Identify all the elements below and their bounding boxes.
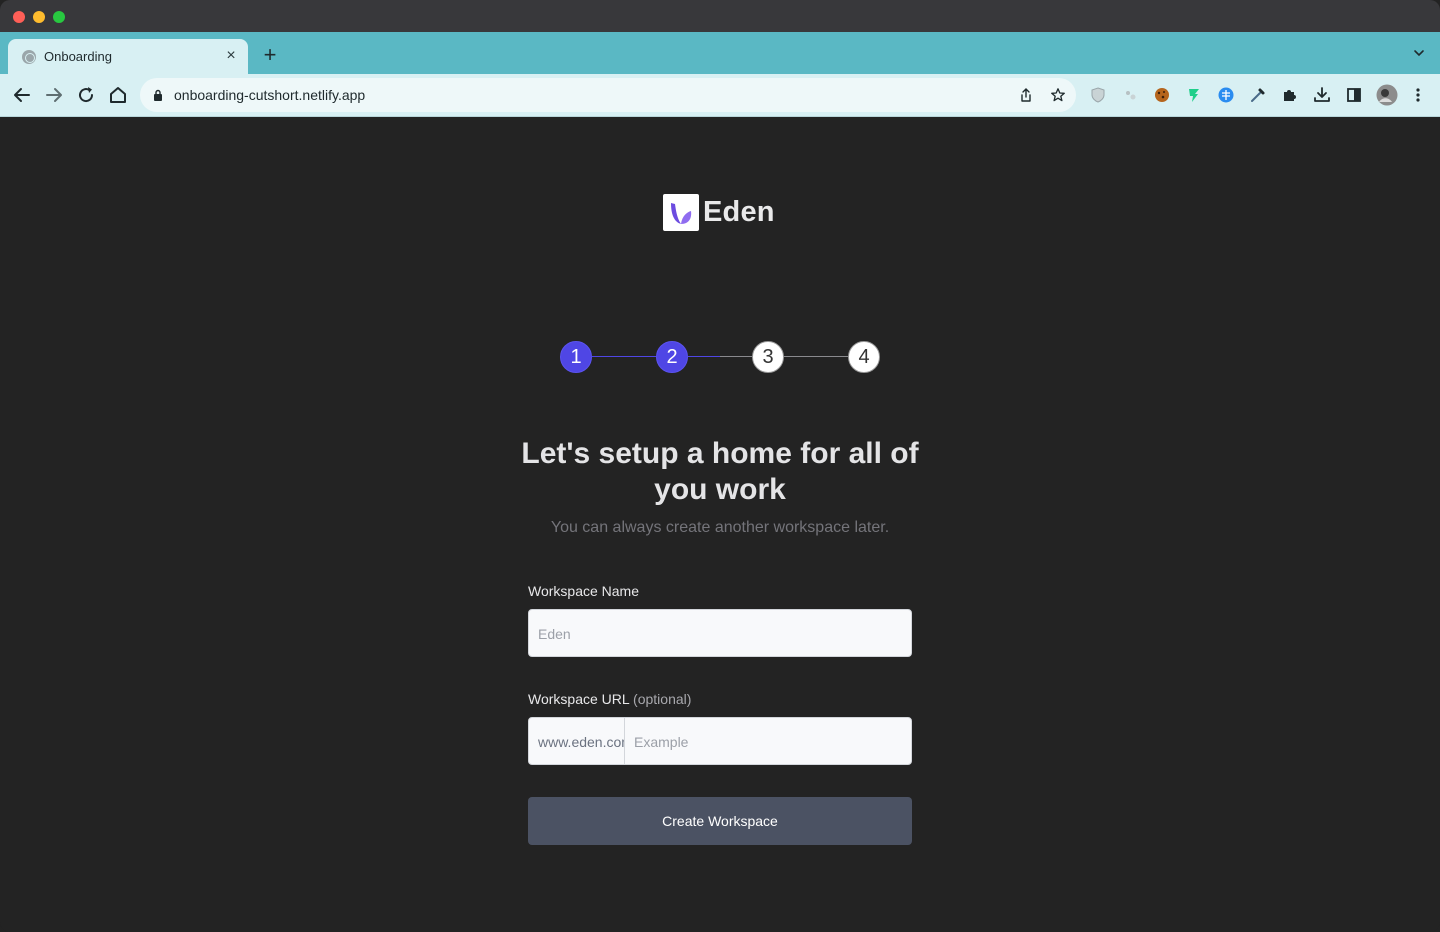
workspace-name-input[interactable]: Eden bbox=[528, 609, 912, 657]
zoom-window-button[interactable] bbox=[53, 11, 65, 23]
step-1: 1 bbox=[560, 341, 592, 373]
stepper-connector-1 bbox=[592, 356, 656, 357]
workspace-url-input[interactable]: www.eden.com/ Example bbox=[528, 717, 912, 765]
title-bar bbox=[0, 0, 1440, 32]
create-workspace-button[interactable]: Create Workspace bbox=[528, 797, 912, 845]
lock-icon[interactable] bbox=[153, 89, 163, 101]
step-2: 2 bbox=[656, 341, 688, 373]
url-text[interactable]: onboarding-cutshort.netlify.app bbox=[174, 87, 365, 103]
page-title: Let's setup a home for all of you work bbox=[521, 437, 919, 506]
brand-name: Eden bbox=[703, 196, 775, 228]
translate-extension-icon[interactable] bbox=[1217, 86, 1235, 104]
star-icon[interactable] bbox=[1050, 87, 1066, 103]
new-tab-button[interactable]: + bbox=[259, 44, 281, 66]
profile-avatar[interactable] bbox=[1376, 84, 1398, 106]
reload-icon[interactable] bbox=[74, 83, 98, 107]
globe-icon bbox=[22, 50, 36, 64]
workspace-name-placeholder: Eden bbox=[538, 626, 571, 642]
side-panel-icon[interactable] bbox=[1345, 86, 1363, 104]
cookie-extension-icon[interactable] bbox=[1153, 86, 1171, 104]
step-3: 3 bbox=[752, 341, 784, 373]
stepper-connector-3 bbox=[784, 356, 848, 357]
menu-icon[interactable] bbox=[1409, 86, 1427, 104]
workspace-url-label-text: Workspace URL bbox=[528, 691, 630, 707]
back-icon[interactable] bbox=[10, 83, 34, 107]
tab-title: Onboarding bbox=[44, 49, 112, 64]
sparkle-extension-icon[interactable] bbox=[1121, 86, 1139, 104]
step-4: 4 bbox=[848, 341, 880, 373]
shield-extension-icon[interactable] bbox=[1089, 86, 1107, 104]
workspace-url-label: Workspace URL (optional) bbox=[528, 691, 691, 707]
optional-tag: (optional) bbox=[633, 691, 692, 707]
browser-toolbar: onboarding-cutshort.netlify.app bbox=[0, 74, 1440, 117]
minimize-window-button[interactable] bbox=[33, 11, 45, 23]
eden-logo-icon bbox=[671, 203, 692, 224]
forward-icon[interactable] bbox=[42, 83, 66, 107]
workspace-name-label-text: Workspace Name bbox=[528, 583, 640, 599]
download-icon[interactable] bbox=[1313, 86, 1331, 104]
address-bar[interactable]: onboarding-cutshort.netlify.app bbox=[140, 78, 1076, 112]
eyedropper-extension-icon[interactable] bbox=[1249, 86, 1267, 104]
url-prefix: www.eden.com/ bbox=[529, 718, 625, 764]
eden-logo bbox=[663, 194, 699, 231]
workspace-name-label: Workspace Name bbox=[528, 583, 639, 599]
onboarding-page: Eden 1 2 3 4 Let's setup a home for all … bbox=[0, 117, 1440, 932]
close-window-button[interactable] bbox=[13, 11, 25, 23]
stepper-connector-2 bbox=[688, 356, 752, 357]
chevron-down-icon[interactable] bbox=[1412, 46, 1426, 60]
tab-close-icon[interactable]: × bbox=[222, 47, 240, 65]
browser-window: Onboarding × + onboarding-cutshort.netli… bbox=[0, 0, 1440, 932]
home-icon[interactable] bbox=[106, 83, 130, 107]
share-icon[interactable] bbox=[1018, 87, 1034, 103]
leaf-extension-icon[interactable] bbox=[1185, 86, 1203, 104]
url-prefix-text: www.eden.com/ bbox=[538, 734, 624, 750]
page-subtitle: You can always create another workspace … bbox=[550, 519, 890, 536]
tab-onboarding[interactable]: Onboarding × bbox=[8, 39, 248, 74]
workspace-url-placeholder: Example bbox=[634, 734, 689, 750]
extensions-puzzle-icon[interactable] bbox=[1281, 86, 1299, 104]
tab-strip: Onboarding × + bbox=[0, 32, 1440, 74]
